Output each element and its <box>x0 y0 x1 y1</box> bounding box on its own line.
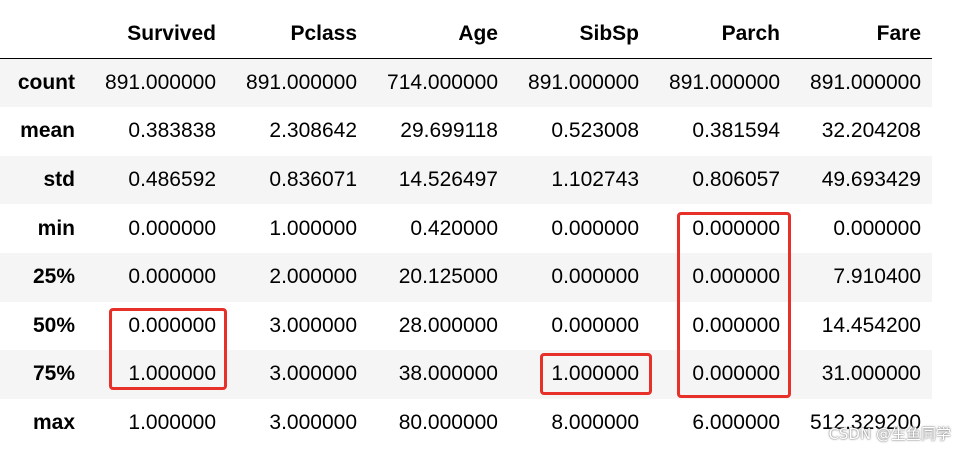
table-cell: 2.308642 <box>269 119 357 143</box>
table-row: 75% 1.000000 3.000000 38.000000 1.000000… <box>0 350 932 399</box>
row-label: count <box>17 71 75 95</box>
table-cell: 20.125000 <box>398 265 498 289</box>
table-cell: 891.000000 <box>528 71 639 95</box>
table-cell: 0.486592 <box>128 168 216 192</box>
table-row: mean 0.383838 2.308642 29.699118 0.52300… <box>0 107 932 156</box>
table-cell: 891.000000 <box>105 71 216 95</box>
row-label: mean <box>20 119 75 143</box>
table-cell: 0.000000 <box>128 216 216 240</box>
table-cell: 14.526497 <box>398 168 498 192</box>
table-cell: 0.381594 <box>692 119 780 143</box>
table-cell: 0.806057 <box>692 168 780 192</box>
table-cell: 891.000000 <box>246 71 357 95</box>
table-cell: 0.836071 <box>269 168 357 192</box>
table-cell: 7.910400 <box>833 265 921 289</box>
table-row: count 891.000000 891.000000 714.000000 8… <box>0 58 932 108</box>
table-cell: 0.383838 <box>128 119 216 143</box>
table-cell: 0.000000 <box>128 313 216 337</box>
column-header-parch: Parch <box>650 10 791 60</box>
table-cell: 3.000000 <box>269 362 357 386</box>
table-cell: 1.000000 <box>269 216 357 240</box>
table-cell: 38.000000 <box>398 362 498 386</box>
row-label: 25% <box>32 265 75 289</box>
table-cell: 0.000000 <box>551 265 639 289</box>
row-label: 50% <box>32 313 75 337</box>
table-cell: 6.000000 <box>692 411 780 435</box>
table-cell: 8.000000 <box>551 411 639 435</box>
table-cell: 0.000000 <box>692 313 780 337</box>
row-label: min <box>37 216 75 240</box>
index-header <box>0 10 86 60</box>
watermark: CSDN @生鱼同学 <box>828 425 951 443</box>
table-cell: 32.204208 <box>821 119 921 143</box>
table-cell: 0.000000 <box>128 265 216 289</box>
table-cell: 14.454200 <box>821 313 921 337</box>
table-cell: 0.420000 <box>410 216 498 240</box>
table-cell: 49.693429 <box>821 168 921 192</box>
table-row: min 0.000000 1.000000 0.420000 0.000000 … <box>0 204 932 253</box>
table-cell: 0.523008 <box>551 119 639 143</box>
row-label: std <box>43 168 76 192</box>
header-row: Survived Pclass Age SibSp Parch Fare <box>0 10 932 60</box>
table-cell: 2.000000 <box>269 265 357 289</box>
table-cell: 891.000000 <box>669 71 780 95</box>
table-row: max 1.000000 3.000000 80.000000 8.000000… <box>0 398 932 448</box>
table-cell: 31.000000 <box>821 362 921 386</box>
table-cell: 0.000000 <box>551 216 639 240</box>
table-cell: 3.000000 <box>269 411 357 435</box>
table-cell: 0.000000 <box>692 265 780 289</box>
table-cell: 1.000000 <box>551 362 639 386</box>
table-cell: 3.000000 <box>269 313 357 337</box>
table-cell: 28.000000 <box>398 313 498 337</box>
table-cell: 714.000000 <box>387 71 498 95</box>
table-cell: 891.000000 <box>810 71 921 95</box>
table-cell: 1.000000 <box>128 411 216 435</box>
table-row: 25% 0.000000 2.000000 20.125000 0.000000… <box>0 252 932 302</box>
table-cell: 0.000000 <box>692 216 780 240</box>
table-cell: 0.000000 <box>833 216 921 240</box>
row-label: 75% <box>32 362 75 386</box>
table-row: 50% 0.000000 3.000000 28.000000 0.000000… <box>0 301 932 351</box>
table-cell: 1.102743 <box>551 168 639 192</box>
column-header-fare: Fare <box>791 10 932 60</box>
column-header-pclass: Pclass <box>227 10 368 60</box>
column-header-sibsp: SibSp <box>509 10 650 60</box>
describe-table: Survived Pclass Age SibSp Parch Fare cou… <box>0 10 932 448</box>
table-row: std 0.486592 0.836071 14.526497 1.102743… <box>0 155 932 205</box>
row-label: max <box>32 411 75 435</box>
column-header-age: Age <box>368 10 509 60</box>
table-cell: 1.000000 <box>128 362 216 386</box>
table-cell: 80.000000 <box>398 411 498 435</box>
table-cell: 0.000000 <box>692 362 780 386</box>
table-cell: 0.000000 <box>551 313 639 337</box>
table-cell: 29.699118 <box>400 119 498 143</box>
column-header-survived: Survived <box>86 10 227 60</box>
